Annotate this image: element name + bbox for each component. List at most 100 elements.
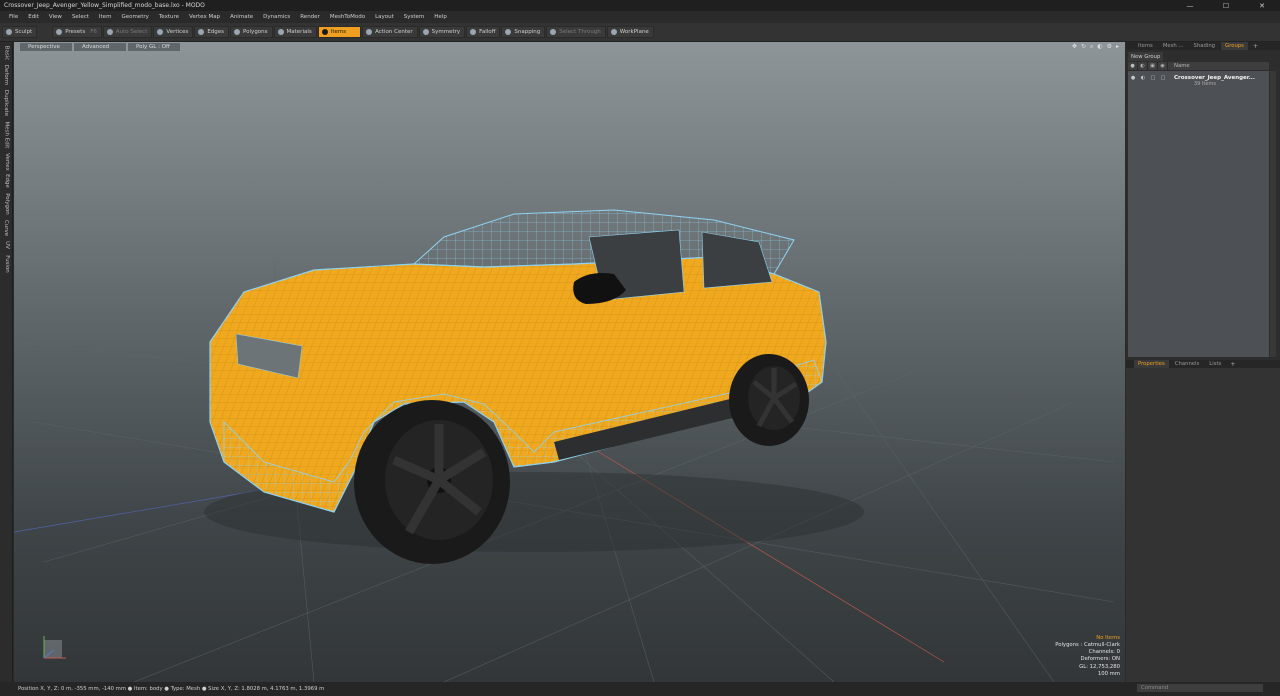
menu-system[interactable]: System (399, 14, 430, 20)
items-button[interactable]: Items (317, 26, 362, 38)
expand-icon[interactable]: ▸ (1116, 43, 1119, 51)
menu-dynamics[interactable]: Dynamics (258, 14, 295, 20)
polygons-info: Polygons : Catmull-Clark (1055, 641, 1120, 648)
menu-edit[interactable]: Edit (23, 14, 44, 20)
groups-list[interactable]: ● ◐ □ □ Crossover_Jeep_Avenger... 39 Ite… (1128, 71, 1269, 357)
tab-shading[interactable]: Shading (1190, 42, 1220, 50)
status-bar: Position X, Y, Z: 0 m, -355 mm, -140 mm … (0, 682, 1280, 696)
sculpt-button[interactable]: Sculpt (2, 26, 38, 38)
menu-texture[interactable]: Texture (154, 14, 184, 20)
polygons-icon (234, 29, 241, 35)
render-column-icon[interactable]: ◐ (1138, 62, 1148, 70)
select-through-button[interactable]: Select Through (546, 26, 606, 38)
groups-scrollbar[interactable] (1270, 71, 1276, 357)
materials-button[interactable]: Materials (273, 26, 317, 38)
poly-gl-button[interactable]: Poly GL : Off (128, 42, 180, 51)
viewport-header: Perspective Advanced Poly GL : Off (14, 42, 1125, 51)
tab-edge[interactable]: Edge (0, 173, 13, 189)
tab-mesh-edit[interactable]: Mesh Edit (0, 120, 13, 150)
edges-icon (198, 29, 205, 35)
materials-icon (277, 29, 284, 35)
lock-column-icon[interactable]: ▣ (1148, 62, 1158, 70)
select-through-icon (550, 29, 557, 35)
menu-view[interactable]: View (44, 14, 67, 20)
properties-panel-tabs: Properties Channels Lists + (1126, 360, 1280, 368)
falloff-icon (470, 29, 477, 35)
visibility-column-icon[interactable]: ● (1128, 62, 1138, 70)
presets-button[interactable]: Presets F6 (52, 26, 102, 38)
snapping-button[interactable]: Snapping (501, 26, 546, 38)
tab-polygon[interactable]: Polygon (0, 191, 13, 217)
viewport-info-overlay: No Items Polygons : Catmull-Clark Channe… (1055, 635, 1120, 678)
menu-help[interactable]: Help (429, 14, 452, 20)
command-input[interactable]: Command (1137, 684, 1263, 692)
name-column-header[interactable]: Name (1168, 63, 1190, 69)
snapping-icon (505, 29, 512, 35)
shading-icon[interactable]: ◐ (1097, 43, 1102, 51)
scale-info: 100 mm (1097, 670, 1120, 677)
rear-wheel (729, 354, 809, 446)
rotate-icon[interactable]: ↻ (1081, 43, 1086, 51)
workplane-button[interactable]: WorkPlane (606, 26, 654, 38)
tab-fusion[interactable]: Fusion (0, 253, 13, 275)
edges-button[interactable]: Edges (194, 26, 230, 38)
tab-mesh[interactable]: Mesh ... (1159, 42, 1188, 50)
shading-mode-button[interactable]: Advanced (74, 42, 126, 51)
lock-toggle-icon[interactable]: □ (1148, 75, 1158, 81)
tab-duplicate[interactable]: Duplicate (0, 88, 13, 118)
menu-meshtomodo[interactable]: MeshToModo (325, 14, 370, 20)
tab-groups[interactable]: Groups (1221, 42, 1248, 50)
close-button[interactable]: ✕ (1244, 0, 1280, 11)
menu-item[interactable]: Item (94, 14, 117, 20)
sculpt-icon (6, 29, 12, 35)
menu-file[interactable]: File (4, 14, 23, 20)
tab-deform[interactable]: Deform (0, 64, 13, 86)
tab-channels[interactable]: Channels (1171, 360, 1204, 368)
tab-lists[interactable]: Lists (1205, 360, 1225, 368)
pan-icon[interactable]: ✥ (1072, 43, 1077, 51)
add-properties-tab-icon[interactable]: + (1227, 361, 1238, 368)
menu-vertex-map[interactable]: Vertex Map (184, 14, 225, 20)
falloff-button[interactable]: Falloff (466, 26, 501, 38)
group-item-count: 39 Items (1194, 81, 1216, 87)
groups-list-header: ● ◐ ▣ ◉ Name (1128, 62, 1269, 70)
menu-select[interactable]: Select (67, 14, 94, 20)
action-center-button[interactable]: Action Center (362, 26, 418, 38)
visibility-toggle-icon[interactable]: ● (1128, 75, 1138, 81)
properties-body (1126, 368, 1280, 682)
tab-properties[interactable]: Properties (1134, 360, 1169, 368)
symmetry-button[interactable]: Symmetry (418, 26, 466, 38)
menu-animate[interactable]: Animate (225, 14, 258, 20)
vertices-button[interactable]: Vertices (153, 26, 194, 38)
zoom-icon[interactable]: ⌕ (1090, 43, 1093, 51)
view-mode-button[interactable]: Perspective (20, 42, 72, 51)
menu-render[interactable]: Render (295, 14, 325, 20)
select-column-icon[interactable]: ◉ (1158, 62, 1168, 70)
tab-uv[interactable]: UV (0, 239, 13, 251)
window-title: Crossover_Jeep_Avenger_Yellow_Simplified… (4, 2, 205, 9)
maximize-button[interactable]: ☐ (1208, 0, 1244, 11)
window-controls: — ☐ ✕ (1172, 0, 1280, 11)
new-group-button[interactable]: New Group (1128, 52, 1164, 61)
title-bar: Crossover_Jeep_Avenger_Yellow_Simplified… (0, 0, 1280, 11)
settings-icon[interactable]: ⚙ (1107, 43, 1112, 51)
auto-select-icon (106, 29, 113, 35)
tab-basic[interactable]: Basic (0, 44, 13, 62)
tab-vertex[interactable]: Vertex (0, 152, 13, 172)
presets-icon (56, 29, 63, 35)
menu-geometry[interactable]: Geometry (116, 14, 153, 20)
menu-layout[interactable]: Layout (370, 14, 399, 20)
tab-items[interactable]: Items (1134, 42, 1157, 50)
auto-select-button[interactable]: Auto Select (102, 26, 153, 38)
selection-info: No Items (1096, 634, 1120, 641)
3d-viewport[interactable]: Perspective Advanced Poly GL : Off ✥ ↻ ⌕… (14, 42, 1125, 682)
tab-curve[interactable]: Curve (0, 219, 13, 237)
polygons-button[interactable]: Polygons (230, 26, 273, 38)
items-icon (321, 29, 328, 35)
add-tab-icon[interactable]: + (1250, 43, 1261, 50)
minimize-button[interactable]: — (1172, 0, 1208, 11)
select-toggle-icon[interactable]: □ (1158, 75, 1168, 81)
render-toggle-icon[interactable]: ◐ (1138, 75, 1148, 81)
viewport-scene (14, 209, 1115, 682)
symmetry-icon (422, 29, 429, 35)
